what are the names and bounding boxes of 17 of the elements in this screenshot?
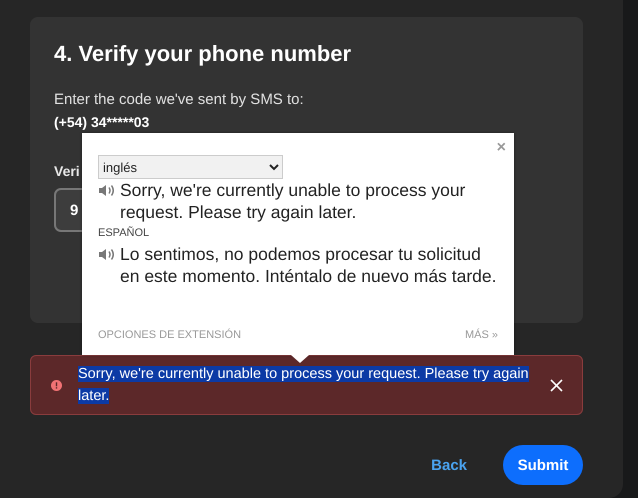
source-text: Sorry, we're currently unable to process your request. Please try again later. xyxy=(120,179,466,223)
submit-button[interactable]: Submit xyxy=(503,445,583,485)
translated-text: Lo sentimos, no podemos procesar tu solicitud en este momento. Inténtalo de nuevo más tarde. xyxy=(120,243,498,287)
back-button[interactable]: Back xyxy=(425,450,473,480)
speaker-icon[interactable] xyxy=(98,248,115,261)
speaker-icon[interactable] xyxy=(98,184,115,197)
popup-close-button[interactable]: × xyxy=(496,139,506,157)
more-link[interactable]: MÁS » xyxy=(464,329,498,341)
extension-options-link[interactable]: OPCIONES DE EXTENSIÓN xyxy=(98,329,242,341)
alert-icon xyxy=(51,380,62,390)
target-language-label: ESPAÑOL xyxy=(98,227,150,239)
step-title: 4. Verify your phone number xyxy=(54,41,352,67)
field-label: Veri xyxy=(54,163,80,179)
error-message: Sorry, we're currently unable to process your request. Please try again later. xyxy=(78,365,530,406)
instructions-text: Enter the code we've sent by SMS to: xyxy=(54,91,304,108)
phone-number: (+54) 34*****03 xyxy=(54,114,150,130)
language-select[interactable]: inglés xyxy=(98,155,283,179)
